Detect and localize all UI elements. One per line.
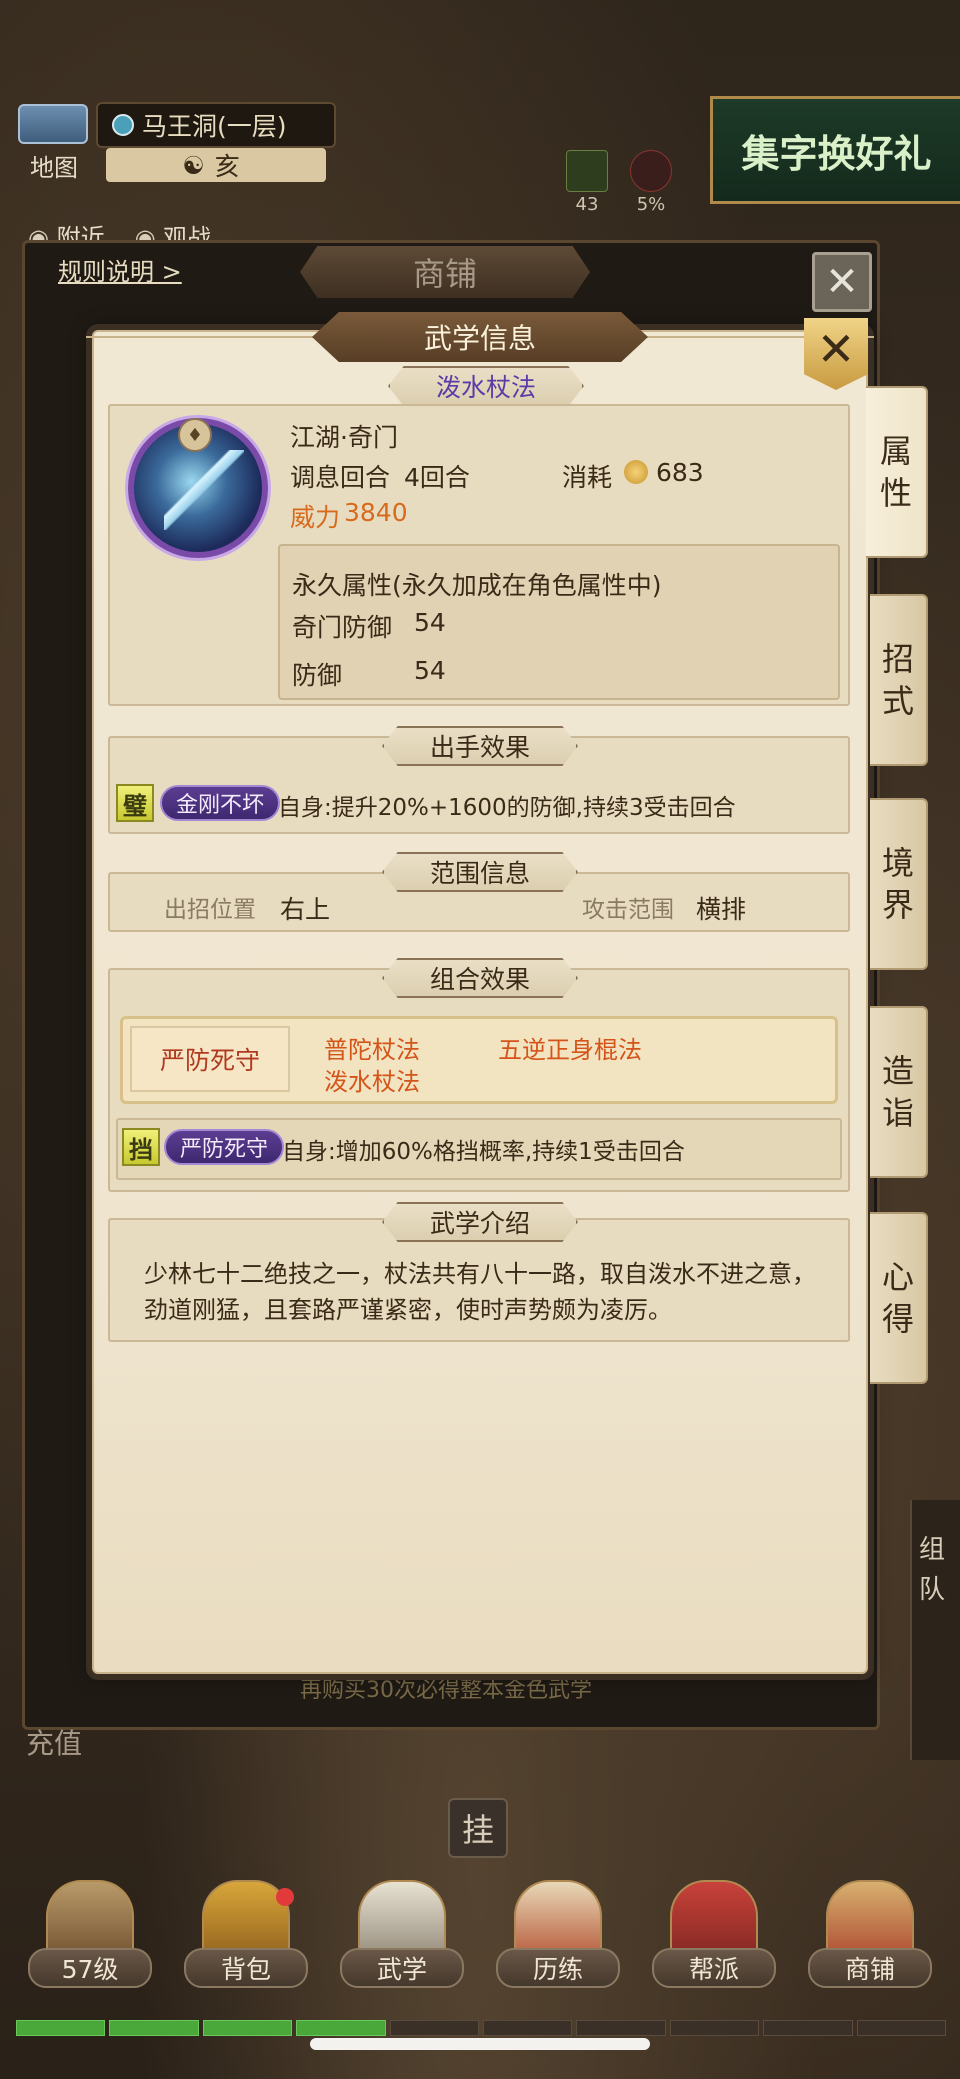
- cooldown-value: 4回合: [404, 463, 470, 492]
- nav-label: 商铺: [808, 1948, 932, 1988]
- skill-intro-text: 少林七十二绝技之一，杖法共有八十一路，取自泼水不进之意，劲道刚猛，且套路严谨紧密…: [144, 1260, 816, 1324]
- xp-segment: [389, 2020, 480, 2036]
- effect-tag: 璧: [116, 784, 154, 822]
- rules-link[interactable]: 规则说明 >: [58, 252, 182, 287]
- tab-attributes[interactable]: 属性: [866, 386, 928, 558]
- xp-segment: [109, 2020, 199, 2036]
- nav-label: 57级: [28, 1948, 152, 1988]
- xp-segment: [856, 2020, 947, 2036]
- combo-skill[interactable]: 泼水杖法: [324, 1062, 420, 1097]
- stat-debuff-value: 5%: [636, 194, 666, 215]
- perm-stat-label: 防御: [292, 661, 343, 690]
- tab-label: 造诣: [881, 1052, 914, 1132]
- location-icon: [112, 114, 134, 136]
- stat-indicators: 43 5%: [562, 150, 676, 215]
- xp-segment: [576, 2020, 666, 2036]
- shop-footer-text: 再购买30次必得整本金色武学: [300, 1678, 592, 1703]
- skill-name: 泼水杖法: [388, 366, 584, 406]
- event-banner[interactable]: 集字换好礼: [710, 96, 960, 204]
- shop-close-button[interactable]: ✕: [812, 252, 872, 312]
- location-name: 马王洞(一层): [142, 112, 287, 141]
- nav-label: 背包: [184, 1948, 308, 1988]
- xp-segment: [202, 2020, 293, 2036]
- nav-level[interactable]: 57级: [20, 1880, 160, 2040]
- position-value: 右上: [280, 895, 331, 924]
- xp-segment: [296, 2020, 386, 2036]
- staff-glyph: [164, 450, 244, 530]
- section-combo-title: 组合效果: [382, 958, 578, 998]
- home-indicator[interactable]: [310, 2038, 650, 2050]
- team-button[interactable]: 组队: [910, 1530, 954, 1610]
- perm-stat-label: 奇门防御: [292, 613, 393, 642]
- nav-label: 帮派: [652, 1948, 776, 1988]
- stat-debuff: 5%: [626, 150, 676, 215]
- effect-buff-pill[interactable]: 金刚不坏: [160, 785, 281, 821]
- coin-icon: [624, 460, 648, 484]
- cost-label: 消耗: [562, 463, 613, 492]
- tab-label: 境界: [881, 844, 914, 924]
- time-indicator: ☯ 亥: [106, 148, 326, 182]
- time-value: 亥: [214, 152, 250, 181]
- xp-segment: [669, 2020, 760, 2036]
- stat-attack-value: 43: [575, 194, 599, 215]
- combo-skill[interactable]: 五逆正身棍法: [498, 1030, 642, 1065]
- bottom-nav: 57级 背包 武学 历练 帮派 商铺: [0, 1880, 960, 2040]
- cooldown-label: 调息回合: [290, 463, 391, 492]
- auto-battle-button[interactable]: 挂: [448, 1798, 508, 1858]
- stat-attack: 43: [562, 150, 612, 215]
- section-intro-title: 武学介绍: [382, 1202, 578, 1242]
- xp-segment: [16, 2020, 106, 2036]
- map-widget[interactable]: 地图 马王洞(一层) ☯ 亥: [18, 98, 338, 188]
- recharge-label[interactable]: 充值: [26, 1722, 82, 1762]
- tab-mastery[interactable]: 造诣: [870, 1006, 928, 1178]
- tab-label: 招式: [881, 640, 914, 720]
- map-label: 地图: [30, 154, 78, 182]
- perm-stat-value: 54: [414, 608, 446, 637]
- tab-label: 心得: [881, 1258, 914, 1338]
- perm-stat-value: 54: [414, 656, 446, 685]
- combo-name: 严防死守: [130, 1026, 290, 1092]
- time-icon: ☯: [182, 150, 215, 180]
- section-range-title: 范围信息: [382, 852, 578, 892]
- skill-category: 江湖·奇门: [290, 423, 398, 452]
- tab-label: 属性: [879, 432, 912, 512]
- combo-description: 自身:增加60%格挡概率,持续1受击回合: [282, 1139, 685, 1165]
- xp-segment: [763, 2020, 853, 2036]
- nav-shop[interactable]: 商铺: [800, 1880, 940, 2040]
- nav-label: 历练: [496, 1948, 620, 1988]
- sword-icon: [566, 150, 608, 192]
- nav-bag[interactable]: 背包: [176, 1880, 316, 2040]
- nav-martial[interactable]: 武学: [332, 1880, 472, 2040]
- shop-title: 商铺: [300, 246, 590, 298]
- modal-title: 武学信息: [312, 312, 648, 362]
- attack-range-label: 攻击范围: [582, 897, 674, 923]
- combo-tag: 挡: [122, 1128, 160, 1166]
- position-label: 出招位置: [164, 897, 256, 923]
- nav-guild[interactable]: 帮派: [644, 1880, 784, 2040]
- combo-skill[interactable]: 普陀杖法: [324, 1030, 420, 1065]
- tab-realm[interactable]: 境界: [870, 798, 928, 970]
- nav-label: 武学: [340, 1948, 464, 1988]
- attack-range-value: 横排: [696, 895, 747, 924]
- tab-insight[interactable]: 心得: [870, 1212, 928, 1384]
- tab-moves[interactable]: 招式: [870, 594, 928, 766]
- xp-segment: [483, 2020, 573, 2036]
- notification-dot: [276, 1888, 294, 1906]
- cost-value: 683: [656, 458, 704, 487]
- map-scroll-icon[interactable]: [18, 104, 88, 144]
- down-arrow-icon: [630, 150, 672, 192]
- power-value: 3840: [344, 498, 408, 527]
- permanent-title: 永久属性(永久加成在角色属性中): [292, 571, 662, 600]
- lock-icon: ♦: [178, 418, 212, 452]
- location-pill[interactable]: 马王洞(一层): [96, 102, 336, 148]
- power-label: 威力: [290, 503, 341, 532]
- effect-description: 自身:提升20%+1600的防御,持续3受击回合: [278, 795, 736, 821]
- xp-progress-bar: [16, 2020, 947, 2036]
- combo-buff-pill[interactable]: 严防死守: [164, 1129, 285, 1165]
- nav-training[interactable]: 历练: [488, 1880, 628, 2040]
- section-effect-title: 出手效果: [382, 726, 578, 766]
